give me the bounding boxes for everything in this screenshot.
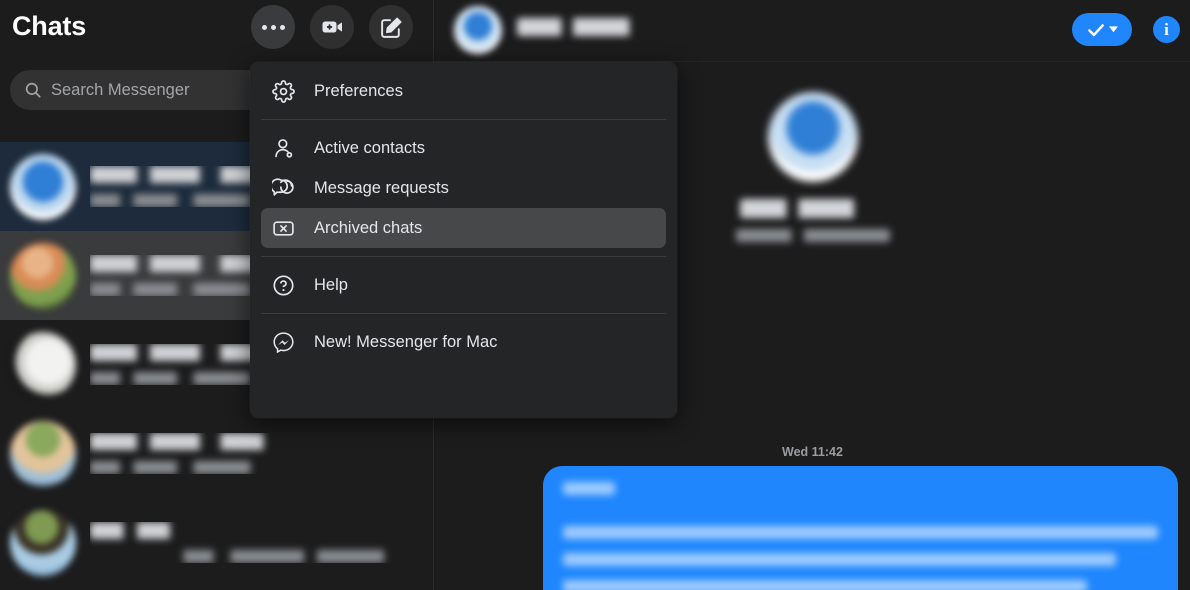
video-plus-icon <box>322 21 342 33</box>
profile-subtitle-redacted <box>735 229 890 242</box>
menu-item-message-requests[interactable]: Message requests <box>261 168 666 208</box>
chat-list-item-5[interactable] <box>0 498 434 587</box>
page-title: Chats <box>12 11 87 41</box>
menu-divider <box>261 119 666 120</box>
menu-divider <box>261 256 666 257</box>
menu-item-preferences[interactable]: Preferences <box>261 71 666 111</box>
avatar <box>10 420 76 487</box>
menu-divider <box>261 313 666 314</box>
gear-icon <box>272 79 300 103</box>
contact-name-redacted <box>90 433 424 450</box>
message-timestamp: Wed 11:42 <box>782 445 843 459</box>
menu-item-label: Preferences <box>314 81 403 100</box>
info-icon: i <box>1164 20 1169 39</box>
conversation-title-redacted <box>517 18 665 36</box>
chat-list-item-text <box>90 522 424 563</box>
ellipsis-icon <box>261 24 285 30</box>
menu-item-messenger-for-mac[interactable]: New! Messenger for Mac <box>261 322 666 362</box>
check-icon <box>1088 23 1104 36</box>
avatar <box>10 509 76 576</box>
chat-list-item-4[interactable] <box>0 409 434 498</box>
menu-item-label: Active contacts <box>314 138 425 157</box>
contact-name-redacted <box>90 522 424 539</box>
menu-item-label: Help <box>314 275 348 294</box>
message-text-redacted-line <box>563 526 1158 539</box>
conversation-avatar[interactable] <box>454 6 502 54</box>
new-video-call-button[interactable] <box>310 5 354 49</box>
menu-item-archived-chats[interactable]: Archived chats <box>261 208 666 248</box>
compose-pencil-icon <box>380 17 402 38</box>
search-icon <box>24 81 42 99</box>
message-text-redacted-line <box>563 553 1117 566</box>
menu-item-help[interactable]: Help <box>261 265 666 305</box>
message-text-redacted-line <box>563 580 1087 590</box>
outgoing-message-bubble[interactable] <box>543 466 1178 590</box>
new-message-button[interactable] <box>369 5 413 49</box>
profile-name-redacted <box>739 199 886 218</box>
avatar <box>10 153 76 220</box>
chat-list-item-text <box>90 433 424 474</box>
chevron-down-icon <box>1109 26 1118 33</box>
messenger-logo-icon <box>272 331 300 354</box>
conversation-header: i <box>435 0 1190 62</box>
message-text-redacted-line <box>563 482 615 495</box>
avatar <box>10 331 76 398</box>
conversation-info-button[interactable]: i <box>1153 16 1180 43</box>
question-circle-icon <box>272 274 300 297</box>
profile-avatar[interactable] <box>767 92 858 182</box>
person-icon <box>272 137 300 160</box>
messenger-app-window: Chats Search Messenger i Wed 11:42 Prefe… <box>0 0 1190 590</box>
avatar <box>10 242 76 309</box>
message-snippet-redacted <box>90 461 424 474</box>
archive-x-icon <box>272 217 300 240</box>
menu-item-label: Message requests <box>314 178 449 197</box>
chat-bubbles-icon <box>272 177 300 200</box>
message-snippet-redacted <box>90 550 424 563</box>
menu-item-label: Archived chats <box>314 218 423 237</box>
more-options-button[interactable] <box>251 5 295 49</box>
menu-item-active-contacts[interactable]: Active contacts <box>261 128 666 168</box>
verified-badge-button[interactable] <box>1072 13 1132 46</box>
menu-item-label: New! Messenger for Mac <box>314 332 498 351</box>
more-options-dropdown-menu: Preferences Active contacts Message requ… <box>250 62 677 418</box>
